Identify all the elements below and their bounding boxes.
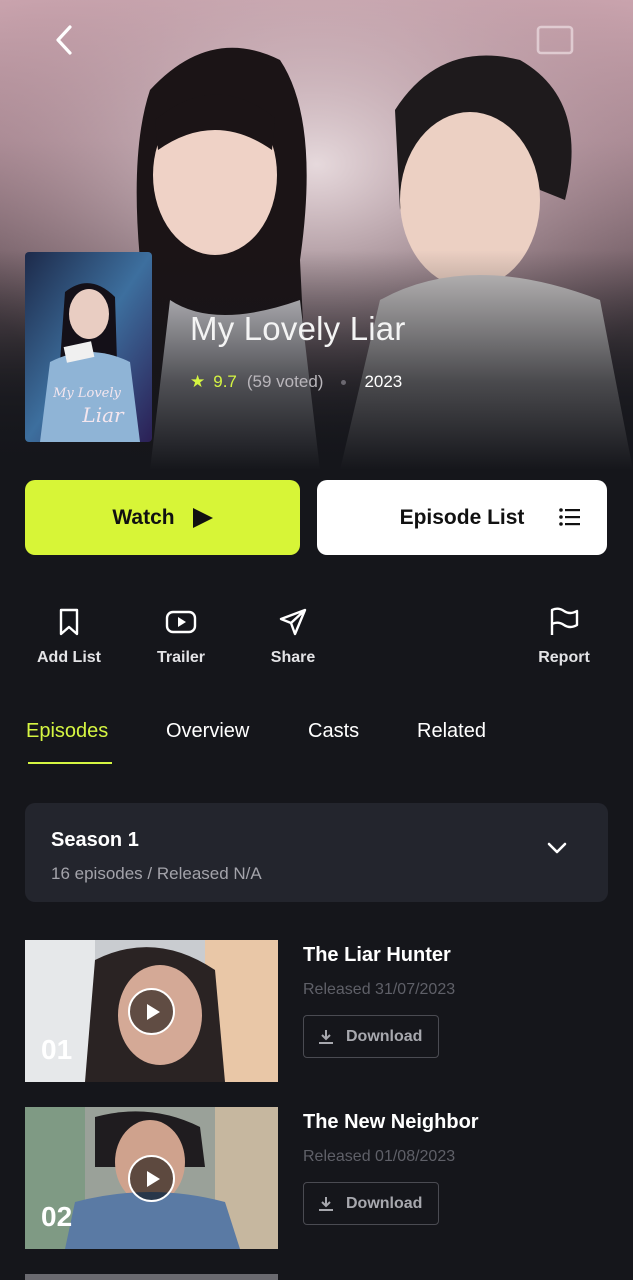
episode-title[interactable]: The New Neighbor (303, 1111, 479, 1134)
back-button[interactable] (44, 20, 84, 60)
svg-text:Liar: Liar (81, 403, 125, 427)
download-button[interactable]: Download (303, 1182, 439, 1225)
report-action[interactable]: Report (519, 603, 609, 667)
separator-dot (341, 379, 347, 385)
release-year: 2023 (364, 372, 403, 391)
episode-thumbnail[interactable]: 02 (25, 1107, 278, 1249)
episode-list-label: Episode List (399, 505, 525, 529)
poster-art: My Lovely Liar (25, 252, 152, 442)
episode-release-date: Released 01/08/2023 (303, 1148, 456, 1165)
poster-image: My Lovely Liar (25, 252, 152, 442)
episode-release-date: Released 31/07/2023 (303, 981, 456, 998)
report-label: Report (538, 649, 590, 666)
episode-number: 02 (41, 1201, 73, 1232)
active-tab-indicator (28, 762, 112, 764)
bookmark-icon (59, 608, 79, 636)
add-list-label: Add List (37, 649, 101, 666)
download-icon (319, 1196, 333, 1211)
tab-casts[interactable]: Casts (308, 720, 359, 743)
episode-number: 01 (41, 1034, 73, 1065)
download-label: Download (346, 1194, 423, 1212)
send-icon (279, 608, 307, 636)
flag-icon (550, 607, 579, 635)
svg-text:My Lovely: My Lovely (52, 386, 121, 401)
play-circle-icon (128, 1155, 175, 1202)
episode-item: 02 The New Neighbor Released 01/08/2023 … (25, 1107, 608, 1252)
show-meta: ★ 9.7 (59 voted) 2023 (190, 372, 402, 392)
play-icon (192, 507, 213, 528)
watch-label: Watch (112, 505, 175, 529)
trailer-action[interactable]: Trailer (136, 603, 226, 667)
trailer-label: Trailer (156, 649, 206, 666)
chevron-left-icon (56, 25, 72, 55)
episode-item: 01 The Liar Hunter Released 31/07/2023 D… (25, 940, 608, 1085)
share-label: Share (270, 649, 316, 666)
season-selector[interactable]: Season 1 16 episodes / Released N/A (25, 803, 608, 902)
download-button[interactable]: Download (303, 1015, 439, 1058)
vote-count: (59 voted) (246, 372, 324, 391)
episode-title[interactable]: The Liar Hunter (303, 944, 451, 967)
add-list-action[interactable]: Add List (24, 603, 114, 667)
episode-thumbnail-partial[interactable] (25, 1274, 278, 1280)
chevron-down-icon (547, 842, 567, 854)
play-circle-icon (128, 988, 175, 1035)
rating-value: 9.7 (213, 372, 237, 391)
list-icon (559, 508, 580, 526)
star-icon: ★ (190, 372, 206, 391)
youtube-icon (165, 610, 197, 634)
season-subtitle: 16 episodes / Released N/A (51, 864, 262, 883)
season-name: Season 1 (51, 829, 139, 851)
tab-episodes[interactable]: Episodes (26, 720, 108, 743)
watch-button[interactable]: Watch (25, 480, 300, 555)
cast-button[interactable] (533, 20, 577, 60)
share-action[interactable]: Share (248, 603, 338, 667)
tab-related[interactable]: Related (417, 720, 486, 743)
download-icon (319, 1029, 333, 1044)
episode-list-button[interactable]: Episode List (317, 480, 607, 555)
tab-overview[interactable]: Overview (166, 720, 249, 743)
cast-icon (536, 25, 574, 55)
episode-thumbnail[interactable]: 01 (25, 940, 278, 1082)
show-title: My Lovely Liar (190, 310, 406, 347)
download-label: Download (346, 1027, 423, 1045)
